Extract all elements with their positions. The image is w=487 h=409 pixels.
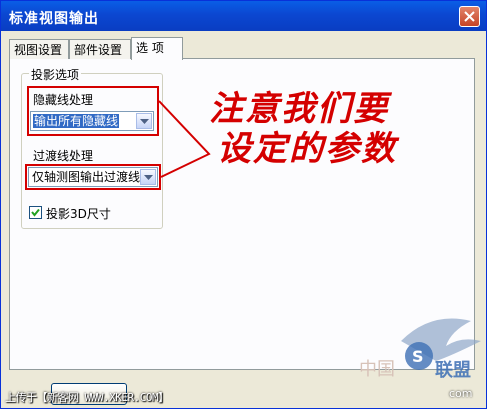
site-logo-icon: S 联盟 <box>401 318 481 381</box>
watermark-text: 中国 <box>359 359 395 380</box>
dialog-window: 标准视图输出 视图设置 部件设置 选 项 投影选项 隐藏线处理 输出所有隐藏线 … <box>0 0 487 409</box>
annotation-line-2: 设定的参数 <box>217 129 397 169</box>
svg-text:S: S <box>412 347 424 366</box>
svg-text:联盟: 联盟 <box>435 360 471 381</box>
watermark-url: com <box>449 387 473 400</box>
upload-credit: 上传于【新客网 WWW.XKER.COM】 <box>5 391 169 404</box>
tab-options[interactable]: 选 项 <box>131 37 183 60</box>
